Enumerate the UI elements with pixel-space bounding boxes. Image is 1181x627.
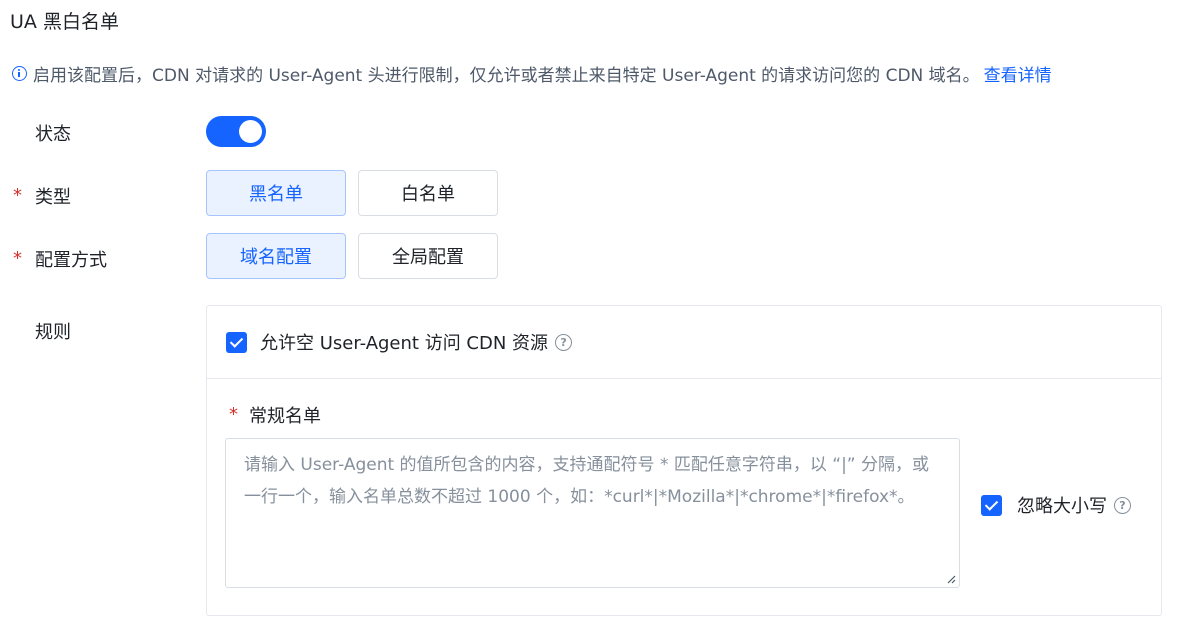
allow-empty-checkbox[interactable] <box>226 331 247 353</box>
type-option-whitelist[interactable]: 白名单 <box>358 170 498 216</box>
type-option-blacklist[interactable]: 黑名单 <box>206 170 346 216</box>
required-mark: * <box>13 248 22 269</box>
status-toggle[interactable] <box>206 116 266 147</box>
rules-panel: 允许空 User-Agent 访问 CDN 资源 ? * 常规名单 忽略大小写 … <box>206 305 1162 616</box>
config-option-domain[interactable]: 域名配置 <box>206 233 346 279</box>
user-agent-list-input[interactable] <box>225 438 960 588</box>
ignore-case-option: 忽略大小写 ? <box>981 492 1131 518</box>
regular-list-label: 常规名单 <box>249 406 321 427</box>
config-mode-label: 配置方式 <box>35 250 107 271</box>
required-mark: * <box>13 185 22 206</box>
rules-label: 规则 <box>35 322 71 343</box>
ignore-case-checkbox[interactable] <box>981 494 1002 516</box>
ignore-case-label[interactable]: 忽略大小写 <box>1017 492 1107 518</box>
status-label: 状态 <box>35 124 71 145</box>
allow-empty-row: 允许空 User-Agent 访问 CDN 资源 ? <box>207 306 1161 379</box>
view-details-link[interactable]: 查看详情 <box>984 61 1052 86</box>
info-banner: 启用该配置后，CDN 对请求的 User-Agent 头进行限制，仅允许或者禁止… <box>12 61 1052 86</box>
resize-handle-icon[interactable] <box>946 574 956 584</box>
ua-blacklist-whitelist-panel: UA 黑白名单 启用该配置后，CDN 对请求的 User-Agent 头进行限制… <box>0 0 1181 627</box>
section-title: UA 黑白名单 <box>10 11 119 33</box>
info-circle-icon <box>12 66 27 81</box>
question-circle-icon[interactable]: ? <box>555 333 573 351</box>
allow-empty-label[interactable]: 允许空 User-Agent 访问 CDN 资源 <box>260 329 548 355</box>
info-text: 启用该配置后，CDN 对请求的 User-Agent 头进行限制，仅允许或者禁止… <box>33 66 980 86</box>
type-label: 类型 <box>35 187 71 208</box>
required-mark: * <box>229 404 238 425</box>
question-circle-icon[interactable]: ? <box>1114 496 1131 514</box>
toggle-knob <box>239 120 262 143</box>
config-option-global[interactable]: 全局配置 <box>358 233 498 279</box>
